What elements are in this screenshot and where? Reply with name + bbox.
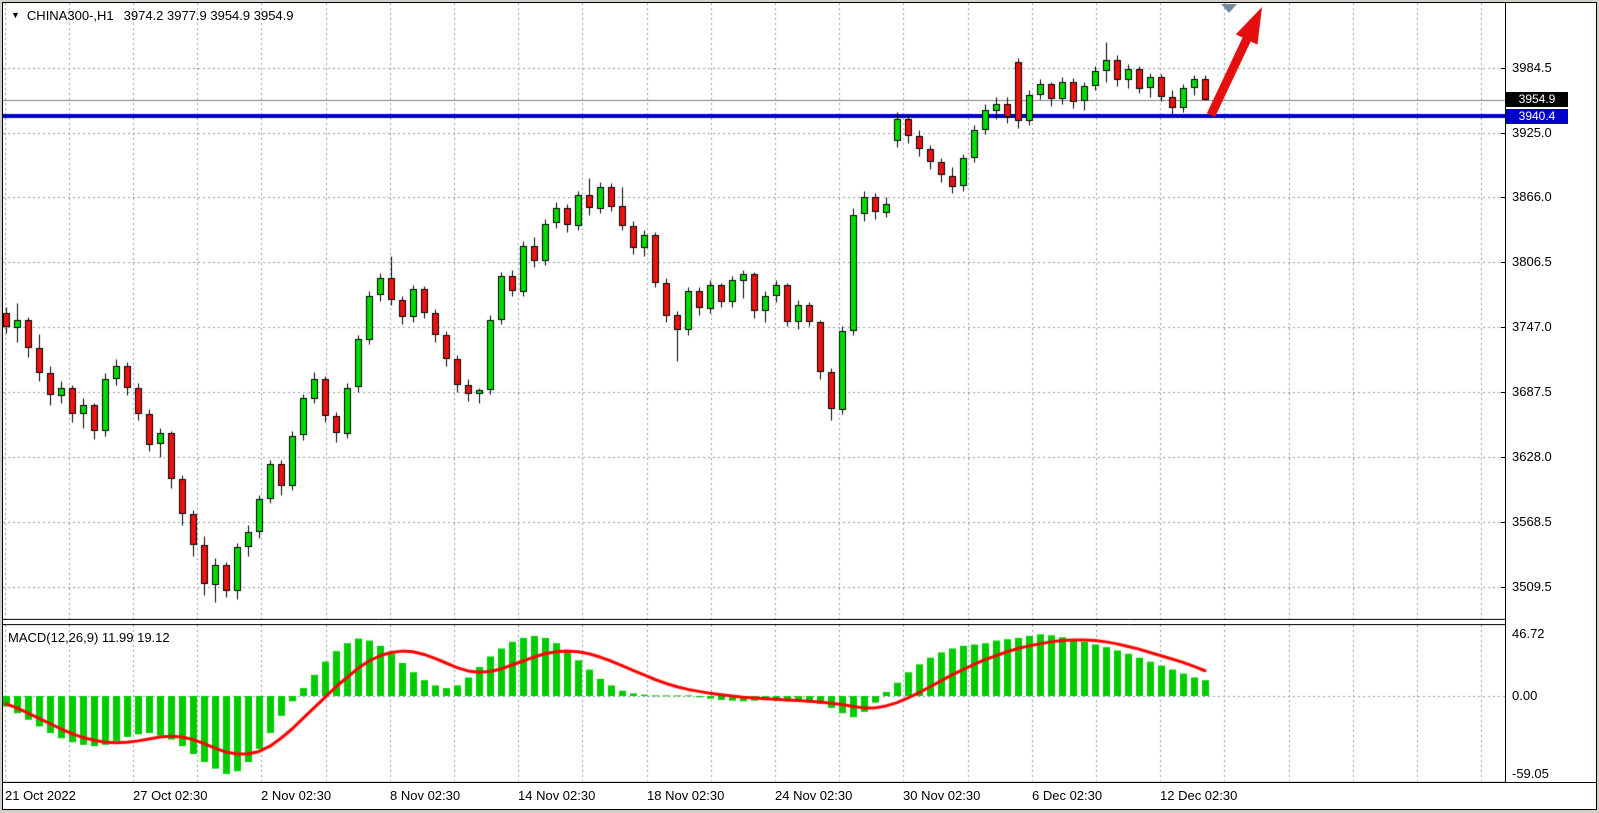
time-axis-label: 2 Nov 02:30 [261, 788, 331, 803]
trend-arrow-head-icon[interactable] [1236, 7, 1262, 45]
price-axis-label: 3509.5 [1512, 580, 1552, 594]
price-axis-tick [1501, 197, 1505, 198]
ohlc-values-label: 3974.2 3977.9 3954.9 3954.9 [124, 8, 294, 23]
chart-content: ▼ CHINA300-,H1 3974.2 3977.9 3954.9 3954.9… [3, 3, 1596, 809]
time-axis-label: 6 Dec 02:30 [1032, 788, 1102, 803]
price-axis-label: 3568.5 [1512, 515, 1552, 529]
price-axis-label: 3806.5 [1512, 255, 1552, 269]
time-marker-icon[interactable] [1221, 4, 1237, 13]
price-axis-label: 3747.0 [1512, 320, 1552, 334]
price-axis-label: 3628.0 [1512, 450, 1552, 464]
macd-axis-label: 0.00 [1512, 689, 1537, 703]
time-axis[interactable]: 21 Oct 2022 27 Oct 02:30 2 Nov 02:30 8 Nov … [3, 783, 1596, 809]
macd-indicator-canvas[interactable] [3, 624, 1505, 783]
macd-axis-label: -59.05 [1512, 767, 1549, 781]
symbol-period-label: CHINA300-,H1 [27, 8, 114, 23]
hline-price-tag: 3940.4 [1506, 109, 1568, 124]
annotation-layer [3, 3, 1505, 620]
price-axis-label: 3984.5 [1512, 61, 1552, 75]
chart-title: ▼ CHINA300-,H1 3974.2 3977.9 3954.9 3954.9 [11, 8, 294, 23]
time-axis-label: 21 Oct 2022 [5, 788, 76, 803]
price-axis-tick [1501, 457, 1505, 458]
bid-price-tag: 3954.9 [1506, 92, 1568, 107]
price-axis-label: 3925.0 [1512, 126, 1552, 140]
macd-indicator-label: MACD(12,26,9) 11.99 19.12 [8, 630, 170, 645]
price-axis-tick [1501, 587, 1505, 588]
chart-window: ▼ CHINA300-,H1 3974.2 3977.9 3954.9 3954.9… [2, 2, 1597, 810]
time-axis-label: 27 Oct 02:30 [133, 788, 207, 803]
price-axis-label: 3687.5 [1512, 385, 1552, 399]
price-axis-tick [1501, 327, 1505, 328]
price-axis-tick [1501, 133, 1505, 134]
time-axis-label: 18 Nov 02:30 [647, 788, 724, 803]
symbol-collapse-icon[interactable]: ▼ [11, 10, 20, 20]
trend-arrow-shaft[interactable] [1211, 36, 1248, 115]
time-axis-label: 8 Nov 02:30 [390, 788, 460, 803]
macd-axis-label: 46.72 [1512, 627, 1545, 641]
price-axis-tick [1501, 68, 1505, 69]
price-axis-tick [1501, 262, 1505, 263]
time-axis-label: 12 Dec 02:30 [1160, 788, 1237, 803]
price-axis-label: 3866.0 [1512, 190, 1552, 204]
price-axis-tick [1501, 522, 1505, 523]
time-axis-label: 30 Nov 02:30 [903, 788, 980, 803]
time-axis-label: 14 Nov 02:30 [518, 788, 595, 803]
time-axis-label: 24 Nov 02:30 [775, 788, 852, 803]
price-axis-tick [1501, 392, 1505, 393]
